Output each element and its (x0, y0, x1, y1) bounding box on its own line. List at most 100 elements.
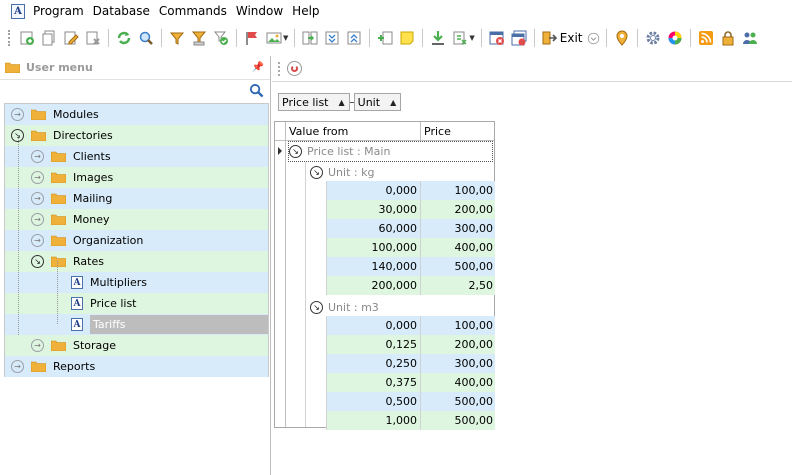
search-icon[interactable] (135, 27, 157, 49)
download-icon[interactable] (427, 27, 449, 49)
exit-button[interactable]: Exit (539, 27, 602, 49)
link-icon[interactable] (299, 27, 321, 49)
cell-value-from[interactable]: 30,000 (327, 200, 421, 219)
cell-price[interactable]: 200,00 (421, 335, 495, 354)
cell-price[interactable]: 2,50 (421, 276, 495, 295)
expand-icon[interactable]: → (31, 234, 44, 247)
tree-item-directories[interactable]: ↘ Directories (5, 125, 268, 146)
cell-price[interactable]: 400,00 (421, 238, 495, 257)
table-row[interactable]: 0,250 300,00 (327, 354, 495, 373)
search-icon[interactable] (249, 83, 264, 98)
cell-price[interactable]: 400,00 (421, 373, 495, 392)
toolbar-grip[interactable] (8, 30, 11, 46)
tree-item-images[interactable]: → Images (5, 167, 268, 188)
menu-help[interactable]: Help (292, 0, 328, 22)
copy-icon[interactable] (38, 27, 60, 49)
tree-item-storage[interactable]: → Storage (5, 335, 268, 356)
table-row[interactable]: 0,000 100,00 (327, 181, 495, 200)
table-row[interactable]: 0,000 100,00 (327, 316, 495, 335)
tree-item-price-list[interactable]: A Price list (5, 293, 268, 314)
group-chip-price-list[interactable]: Price list ▲ (278, 93, 350, 111)
cell-value-from[interactable]: 140,000 (327, 257, 421, 276)
table-row[interactable]: 1,000 500,00 (327, 411, 495, 430)
menu-window[interactable]: Window (236, 0, 292, 22)
close-window-icon[interactable] (486, 27, 508, 49)
cell-price[interactable]: 300,00 (421, 354, 495, 373)
edit-icon[interactable] (60, 27, 82, 49)
settings-icon[interactable] (642, 27, 664, 49)
tree-item-organization[interactable]: → Organization (5, 230, 268, 251)
cell-price[interactable]: 100,00 (421, 316, 495, 335)
group-chip-unit[interactable]: Unit ▲ (353, 93, 402, 111)
pin-icon[interactable]: 📌 (252, 62, 264, 73)
cell-value-from[interactable]: 60,000 (327, 219, 421, 238)
location-pin-icon[interactable] (611, 27, 633, 49)
group-row-unit[interactable]: ↘ Unit : m3 (310, 297, 379, 318)
close-all-icon[interactable] (508, 27, 530, 49)
group-row-unit[interactable]: ↘ Unit : kg (310, 162, 374, 183)
table-row[interactable]: 0,375 400,00 (327, 373, 495, 392)
table-row[interactable]: 140,000 500,00 (327, 257, 495, 276)
add-row-icon[interactable] (374, 27, 396, 49)
cell-price[interactable]: 200,00 (421, 200, 495, 219)
column-header-price[interactable]: Price (421, 122, 494, 140)
collapse-icon[interactable] (321, 27, 343, 49)
cell-value-from[interactable]: 1,000 (327, 411, 421, 430)
menu-program[interactable]: Program (33, 0, 93, 22)
cell-value-from[interactable]: 200,000 (327, 276, 421, 295)
table-row[interactable]: 0,125 200,00 (327, 335, 495, 354)
refresh-icon[interactable] (287, 61, 302, 76)
filter-clear-icon[interactable] (188, 27, 210, 49)
cell-price[interactable]: 500,00 (421, 392, 495, 411)
toolbar-grip[interactable] (278, 61, 281, 76)
tree-item-mailing[interactable]: → Mailing (5, 188, 268, 209)
rss-icon[interactable] (695, 27, 717, 49)
expand-icon[interactable]: → (11, 360, 24, 373)
tree-item-rates[interactable]: ↘ Rates (5, 251, 268, 272)
chevron-down-icon[interactable]: ▼ (469, 34, 474, 42)
expand-icon[interactable]: → (31, 171, 44, 184)
collapse-icon[interactable]: ↘ (310, 166, 323, 179)
tree-item-reports[interactable]: → Reports (5, 356, 268, 377)
cell-price[interactable]: 500,00 (421, 257, 495, 276)
table-row[interactable]: 30,000 200,00 (327, 200, 495, 219)
tree-item-multipliers[interactable]: A Multipliers (5, 272, 268, 293)
refresh-icon[interactable] (113, 27, 135, 49)
expand-icon[interactable]: → (31, 213, 44, 226)
filter-apply-icon[interactable] (210, 27, 232, 49)
tree-item-tariffs[interactable]: A Tariffs (5, 314, 268, 335)
cell-price[interactable]: 300,00 (421, 219, 495, 238)
cell-value-from[interactable]: 0,250 (327, 354, 421, 373)
table-row[interactable]: 0,500 500,00 (327, 392, 495, 411)
cell-value-from[interactable]: 0,500 (327, 392, 421, 411)
expand-icon[interactable]: → (31, 150, 44, 163)
expand-icon[interactable]: → (31, 192, 44, 205)
color-wheel-icon[interactable] (664, 27, 686, 49)
cell-price[interactable]: 500,00 (421, 411, 495, 430)
column-header-value-from[interactable]: Value from (286, 122, 421, 140)
collapse-icon[interactable]: ↘ (310, 301, 323, 314)
expand-icon[interactable] (343, 27, 365, 49)
expand-icon[interactable]: → (31, 339, 44, 352)
cell-price[interactable]: 100,00 (421, 181, 495, 200)
tree-item-modules[interactable]: → Modules (5, 104, 268, 125)
cell-value-from[interactable]: 0,375 (327, 373, 421, 392)
group-row-price-list[interactable]: ↘ Price list : Main (288, 141, 493, 162)
tree-item-money[interactable]: → Money (5, 209, 268, 230)
tree-item-clients[interactable]: → Clients (5, 146, 268, 167)
image-icon[interactable] (263, 27, 285, 49)
cell-value-from[interactable]: 100,000 (327, 238, 421, 257)
menu-commands[interactable]: Commands (159, 0, 236, 22)
table-row[interactable]: 100,000 400,00 (327, 238, 495, 257)
add-icon[interactable] (16, 27, 38, 49)
cell-value-from[interactable]: 0,000 (327, 316, 421, 335)
table-row[interactable]: 60,000 300,00 (327, 219, 495, 238)
expand-icon[interactable]: → (11, 108, 24, 121)
delete-icon[interactable] (82, 27, 104, 49)
filter-icon[interactable] (166, 27, 188, 49)
users-icon[interactable] (739, 27, 761, 49)
lock-icon[interactable] (717, 27, 739, 49)
menu-database[interactable]: Database (93, 0, 159, 22)
note-icon[interactable] (396, 27, 418, 49)
export-icon[interactable] (449, 27, 471, 49)
